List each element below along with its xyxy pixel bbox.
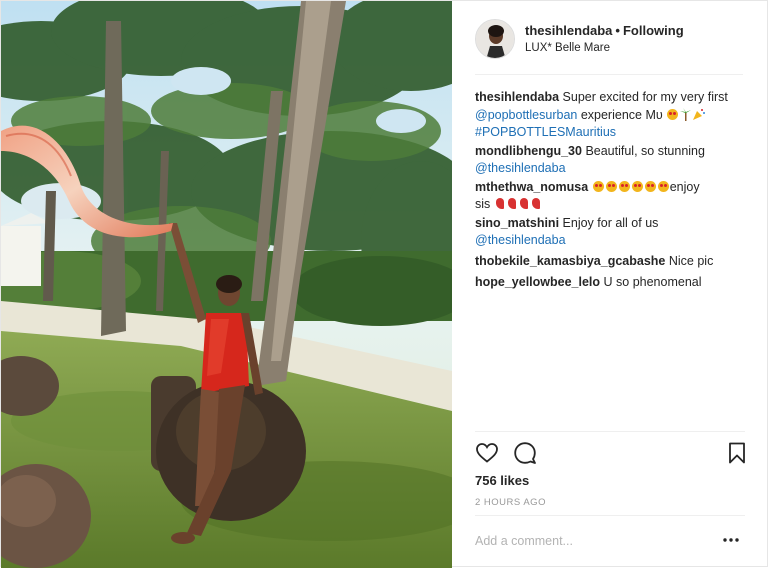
dancer-emoji-icon xyxy=(507,198,516,209)
comment-bubble-icon[interactable] xyxy=(513,441,537,465)
comment-text: Super excited for my very first xyxy=(562,90,728,104)
heart-icon[interactable] xyxy=(475,441,499,465)
separator-dot: • xyxy=(615,23,620,38)
heart-eyes-emoji-icon xyxy=(657,181,669,192)
comment-item: sino_matshini Enjoy for all of us @thesi… xyxy=(475,215,745,249)
comment-username[interactable]: thobekile_kamasbiya_gcabashe xyxy=(475,254,665,268)
avatar[interactable] xyxy=(475,19,515,59)
dancer-emoji-icon xyxy=(531,198,540,209)
comment-text: U so phenomenal xyxy=(603,275,702,289)
mention-link[interactable]: @popbottlesurban xyxy=(475,108,577,122)
post-photo[interactable] xyxy=(1,1,452,568)
comment-username[interactable]: thesihlendaba xyxy=(475,90,559,104)
dancer-emoji-icon xyxy=(495,198,504,209)
comment-text: enjoy xyxy=(669,180,700,194)
party-popper-emoji-icon xyxy=(693,109,706,120)
post-header: thesihlendaba • Following LUX* Belle Mare xyxy=(475,17,743,75)
add-comment-bar xyxy=(475,515,745,568)
comment-text: Beautiful, so stunning xyxy=(585,144,705,158)
comment-item: mthethwa_nomusa enjoy sis xyxy=(475,179,745,213)
heart-eyes-emoji-icon xyxy=(667,109,679,120)
caption-comment: thesihlendaba Super excited for my very … xyxy=(475,89,745,141)
comment-item: thobekile_kamasbiya_gcabashe Nice pic xyxy=(475,253,745,270)
comment-item: hope_yellowbee_lelo U so phenomenal xyxy=(475,274,745,291)
comment-username[interactable]: mthethwa_nomusa xyxy=(475,180,588,194)
beach-resort-photo xyxy=(1,1,452,568)
post-timestamp: 2 HOURS AGO xyxy=(475,497,546,508)
comment-text: experience Μυ xyxy=(580,108,663,122)
instagram-post: thesihlendaba • Following LUX* Belle Mare … xyxy=(0,0,768,568)
action-bar xyxy=(475,431,745,467)
profile-photo xyxy=(476,20,514,58)
following-button[interactable]: Following xyxy=(623,23,684,38)
comment-text: Nice pic xyxy=(668,254,714,268)
post-details-panel: thesihlendaba • Following LUX* Belle Mare … xyxy=(453,1,768,568)
comment-username[interactable]: sino_matshini xyxy=(475,216,559,230)
mention-link[interactable]: @thesihlendaba xyxy=(475,233,566,247)
likes-count[interactable]: 756 likes xyxy=(475,473,529,488)
heart-eyes-emoji-icon xyxy=(592,181,604,192)
comments-list: thesihlendaba Super excited for my very … xyxy=(475,89,745,293)
heart-eyes-emoji-icon xyxy=(631,181,643,192)
dancer-emoji-icon xyxy=(519,198,528,209)
location-link[interactable]: LUX* Belle Mare xyxy=(525,42,610,54)
bookmark-icon[interactable] xyxy=(725,441,749,465)
comment-item: mondlibhengu_30 Beautiful, so stunning @… xyxy=(475,143,745,177)
comment-username[interactable]: hope_yellowbee_lelo xyxy=(475,275,600,289)
mention-link[interactable]: @thesihlendaba xyxy=(475,161,566,175)
heart-eyes-emoji-icon xyxy=(618,181,630,192)
palm-tree-emoji-icon xyxy=(680,108,692,121)
header-username[interactable]: thesihlendaba xyxy=(525,23,612,38)
comment-text: sis xyxy=(475,197,491,211)
hashtag-link[interactable]: #POPBOTTLESMauritius xyxy=(475,125,616,139)
heart-eyes-emoji-icon xyxy=(605,181,617,192)
heart-eyes-emoji-icon xyxy=(644,181,656,192)
more-options-icon[interactable] xyxy=(721,530,741,550)
comment-text: Enjoy for all of us xyxy=(562,216,659,230)
comment-username[interactable]: mondlibhengu_30 xyxy=(475,144,582,158)
header-username-line: thesihlendaba • Following xyxy=(525,23,684,38)
add-comment-input[interactable] xyxy=(475,534,705,548)
